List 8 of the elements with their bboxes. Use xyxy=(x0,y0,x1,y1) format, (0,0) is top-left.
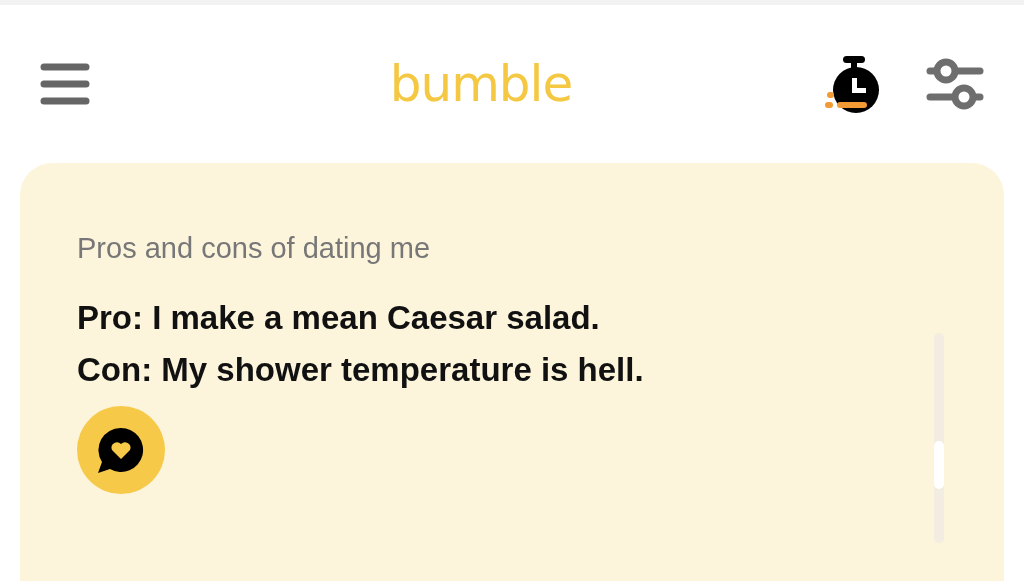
answer-line: Pro: I make a mean Caesar salad. xyxy=(77,297,600,338)
answer-line: Con: My shower temperature is hell. xyxy=(77,349,644,390)
prompt-question: Pros and cons of dating me xyxy=(77,231,432,266)
menu-icon[interactable] xyxy=(40,62,90,106)
logo: bumble xyxy=(389,59,573,109)
scrollbar[interactable] xyxy=(934,333,944,543)
filter-sliders-icon[interactable] xyxy=(926,57,984,111)
stopwatch-icon[interactable] xyxy=(824,54,882,114)
